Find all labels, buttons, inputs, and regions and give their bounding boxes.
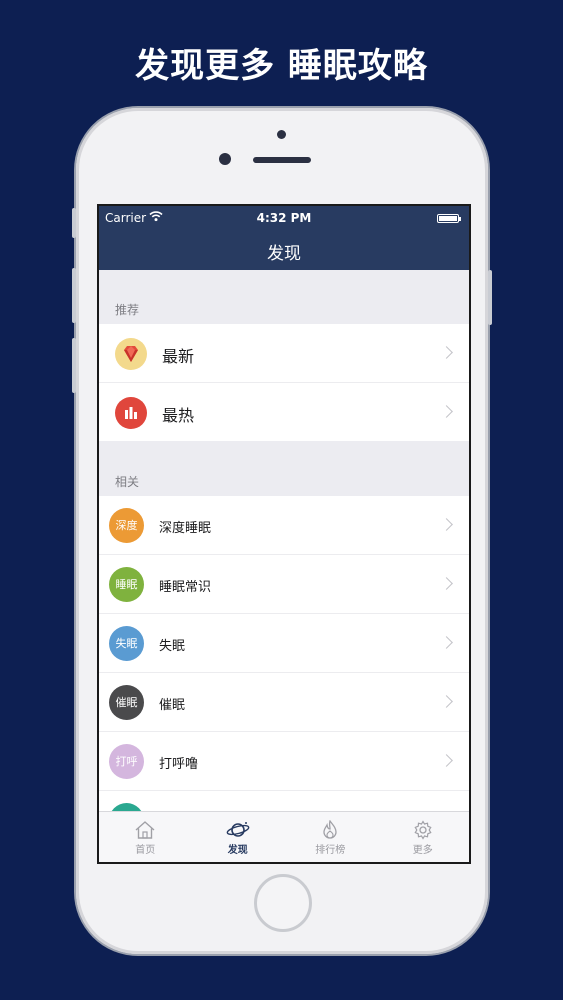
list-item-latest[interactable]: 最新: [99, 324, 469, 383]
list-item-snoring[interactable]: 打呼 打呼噜: [99, 732, 469, 791]
power-button: [488, 270, 492, 325]
tab-bar: 首页 发现 排行榜 更多: [99, 811, 470, 862]
flame-icon: [323, 820, 337, 839]
app-screen: Carrier 4:32 PM 发现 推荐 最新 最热 相关 深度 深度睡眠 睡…: [97, 204, 471, 864]
category-badge: 失眠: [109, 626, 144, 661]
list-item-deep-sleep[interactable]: 深度 深度睡眠: [99, 496, 469, 555]
planet-icon: [226, 822, 250, 837]
related-group: 深度 深度睡眠 睡眠 睡眠常识 失眠 失眠 催眠 催眠 打呼 打呼噜: [99, 496, 469, 849]
front-camera: [219, 153, 231, 165]
gear-icon: [414, 820, 432, 840]
category-badge: 睡眠: [109, 567, 144, 602]
recommended-group: 最新 最热: [99, 324, 469, 441]
list-item-sleep-knowledge[interactable]: 睡眠 睡眠常识: [99, 555, 469, 614]
earpiece-speaker: [253, 157, 311, 163]
ruby-gem-icon: [115, 338, 147, 370]
chevron-right-icon: [440, 346, 453, 359]
phone-frame: Carrier 4:32 PM 发现 推荐 最新 最热 相关 深度 深度睡眠 睡…: [72, 108, 492, 954]
tab-label: 排行榜: [315, 845, 346, 856]
tab-more[interactable]: 更多: [377, 812, 470, 862]
volume-up-button: [72, 268, 76, 323]
navigation-bar: Carrier 4:32 PM 发现: [99, 206, 469, 270]
list-item-hypnosis[interactable]: 催眠 催眠: [99, 673, 469, 732]
section-label-related: 相关: [115, 475, 140, 489]
tab-label: 更多: [412, 845, 433, 856]
tab-label: 发现: [227, 845, 248, 856]
section-label-recommended: 推荐: [115, 303, 140, 317]
promo-headline: 发现更多 睡眠攻略: [135, 46, 428, 86]
list-item-label: 深度睡眠: [159, 521, 212, 536]
tab-discover[interactable]: 发现: [192, 812, 285, 862]
chevron-right-icon: [440, 636, 453, 649]
list-item-insomnia[interactable]: 失眠 失眠: [99, 614, 469, 673]
status-time: 4:32 PM: [256, 211, 312, 225]
list-item-label: 睡眠常识: [159, 580, 212, 595]
chevron-right-icon: [440, 695, 453, 708]
list-item-label: 最新: [162, 347, 195, 366]
list-item-label: 打呼噜: [159, 757, 199, 772]
chevron-right-icon: [440, 577, 453, 590]
category-badge: 深度: [109, 508, 144, 543]
tab-label: 首页: [135, 845, 156, 856]
list-item-hottest[interactable]: 最热: [99, 383, 469, 441]
tab-ranking[interactable]: 排行榜: [284, 812, 377, 862]
tab-home[interactable]: 首页: [99, 812, 192, 862]
page-title: 发现: [267, 244, 301, 264]
bar-chart-icon: [115, 397, 147, 429]
category-badge: 催眠: [109, 685, 144, 720]
chevron-right-icon: [440, 405, 453, 418]
list-item-label: 失眠: [159, 639, 186, 654]
proximity-sensor: [277, 130, 286, 139]
chevron-right-icon: [440, 754, 453, 767]
category-badge: 打呼: [109, 744, 144, 779]
list-item-label: 催眠: [159, 698, 186, 713]
home-icon: [135, 821, 155, 839]
list-item-label: 最热: [162, 406, 195, 425]
chevron-right-icon: [440, 518, 453, 531]
home-button[interactable]: [254, 874, 312, 932]
volume-down-button: [72, 338, 76, 393]
battery-icon: [437, 214, 461, 223]
mute-switch: [72, 208, 76, 238]
status-bar: Carrier 4:32 PM: [99, 211, 469, 227]
